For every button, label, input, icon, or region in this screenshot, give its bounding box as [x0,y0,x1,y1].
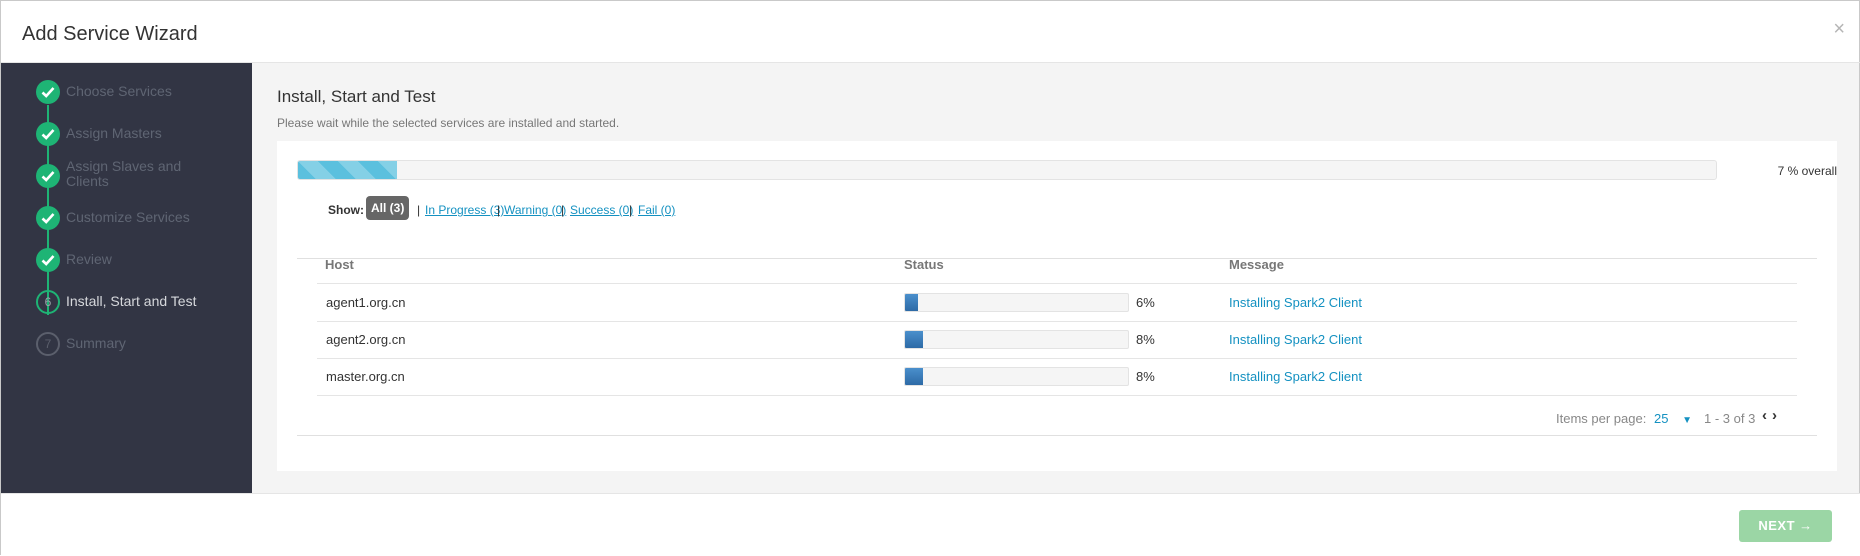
separator: | [561,203,565,217]
page-title: Install, Start and Test [277,87,436,106]
column-header-host: Host [325,257,354,272]
items-per-page-select[interactable]: 25 ▼ [1654,411,1692,426]
separator: | [497,203,501,217]
host-progress-label: 8% [1136,332,1155,347]
next-button[interactable]: NEXT → [1739,510,1832,542]
wizard-steps-sidebar: Choose Services Assign Masters Assign Sl… [1,63,252,493]
host-progress-bar [904,367,1129,386]
host-name: master.org.cn [326,369,405,384]
step-label: Summary [66,335,126,351]
show-label: Show: [328,203,364,217]
pagination-range: 1 - 3 of 3 [1704,411,1756,426]
step-label: Install, Start and Test [66,293,197,309]
step-label: Assign Slaves and Clients [66,158,182,189]
check-icon [36,122,60,146]
step-assign-slaves-clients: Assign Slaves and Clients [36,159,246,190]
overall-progress-fill [298,161,398,179]
items-per-page-value: 25 [1654,411,1669,426]
host-name: agent2.org.cn [326,332,406,347]
separator: | [629,203,633,217]
host-progress-label: 8% [1136,369,1155,384]
divider [297,435,1817,436]
filter-all[interactable]: All (3) [366,196,410,220]
host-progress-fill [905,368,923,385]
page-subtitle: Please wait while the selected services … [277,116,620,130]
step-install-start-test: 6 Install, Start and Test [36,290,246,316]
host-progress-fill [905,331,923,348]
divider [297,258,1817,259]
chevron-left-icon[interactable]: ‹ [1762,407,1767,424]
host-progress-fill [905,294,919,311]
host-progress-bar [904,293,1129,312]
check-icon [36,80,60,104]
step-label: Review [66,251,112,267]
step-number-badge: 7 [36,332,60,356]
caret-down-icon: ▼ [1682,415,1692,426]
install-panel: 7 % overall Show: All (3) | In Progress … [277,141,1837,471]
host-message-link[interactable]: Installing Spark2 Client [1229,369,1362,384]
table-row: master.org.cn 8% Installing Spark2 Clien… [317,358,1797,395]
filter-fail[interactable]: Fail (0) [638,203,675,217]
step-review: Review [36,248,246,274]
column-header-status: Status [904,257,944,272]
overall-progress-bar [297,160,1717,180]
check-icon [36,164,60,188]
items-per-page-label: Items per page: [1556,411,1647,426]
step-label: Choose Services [66,83,172,99]
overall-progress-label: 7 % overall [1777,164,1837,178]
modal-footer: NEXT → [1,493,1860,556]
step-choose-services: Choose Services [36,80,246,106]
modal-header: Add Service Wizard × [1,1,1860,63]
host-progress-bar [904,330,1129,349]
step-assign-masters: Assign Masters [36,122,246,148]
table-row: agent1.org.cn 6% Installing Spark2 Clien… [317,284,1797,321]
check-icon [36,248,60,272]
host-name: agent1.org.cn [326,295,406,310]
step-number-badge: 6 [36,290,60,314]
step-label: Customize Services [66,209,190,225]
host-progress-label: 6% [1136,295,1155,310]
close-icon[interactable]: × [1833,19,1845,39]
host-message-link[interactable]: Installing Spark2 Client [1229,332,1362,347]
step-label: Assign Masters [66,125,162,141]
host-message-link[interactable]: Installing Spark2 Client [1229,295,1362,310]
add-service-wizard-modal: Add Service Wizard × Choose Services Ass… [0,0,1860,556]
main-content: Install, Start and Test Please wait whil… [252,63,1859,493]
filter-success[interactable]: Success (0) [570,203,633,217]
separator: | [417,203,421,217]
check-icon [36,206,60,230]
row-divider [317,395,1797,396]
step-summary: 7 Summary [36,332,246,358]
step-customize-services: Customize Services [36,206,246,232]
chevron-right-icon[interactable]: › [1772,407,1777,424]
column-header-message: Message [1229,257,1284,272]
filter-in-progress[interactable]: In Progress (3) [425,203,504,217]
table-row: agent2.org.cn 8% Installing Spark2 Clien… [317,321,1797,358]
modal-title: Add Service Wizard [22,23,198,45]
filter-warning[interactable]: Warning (0) [504,203,566,217]
